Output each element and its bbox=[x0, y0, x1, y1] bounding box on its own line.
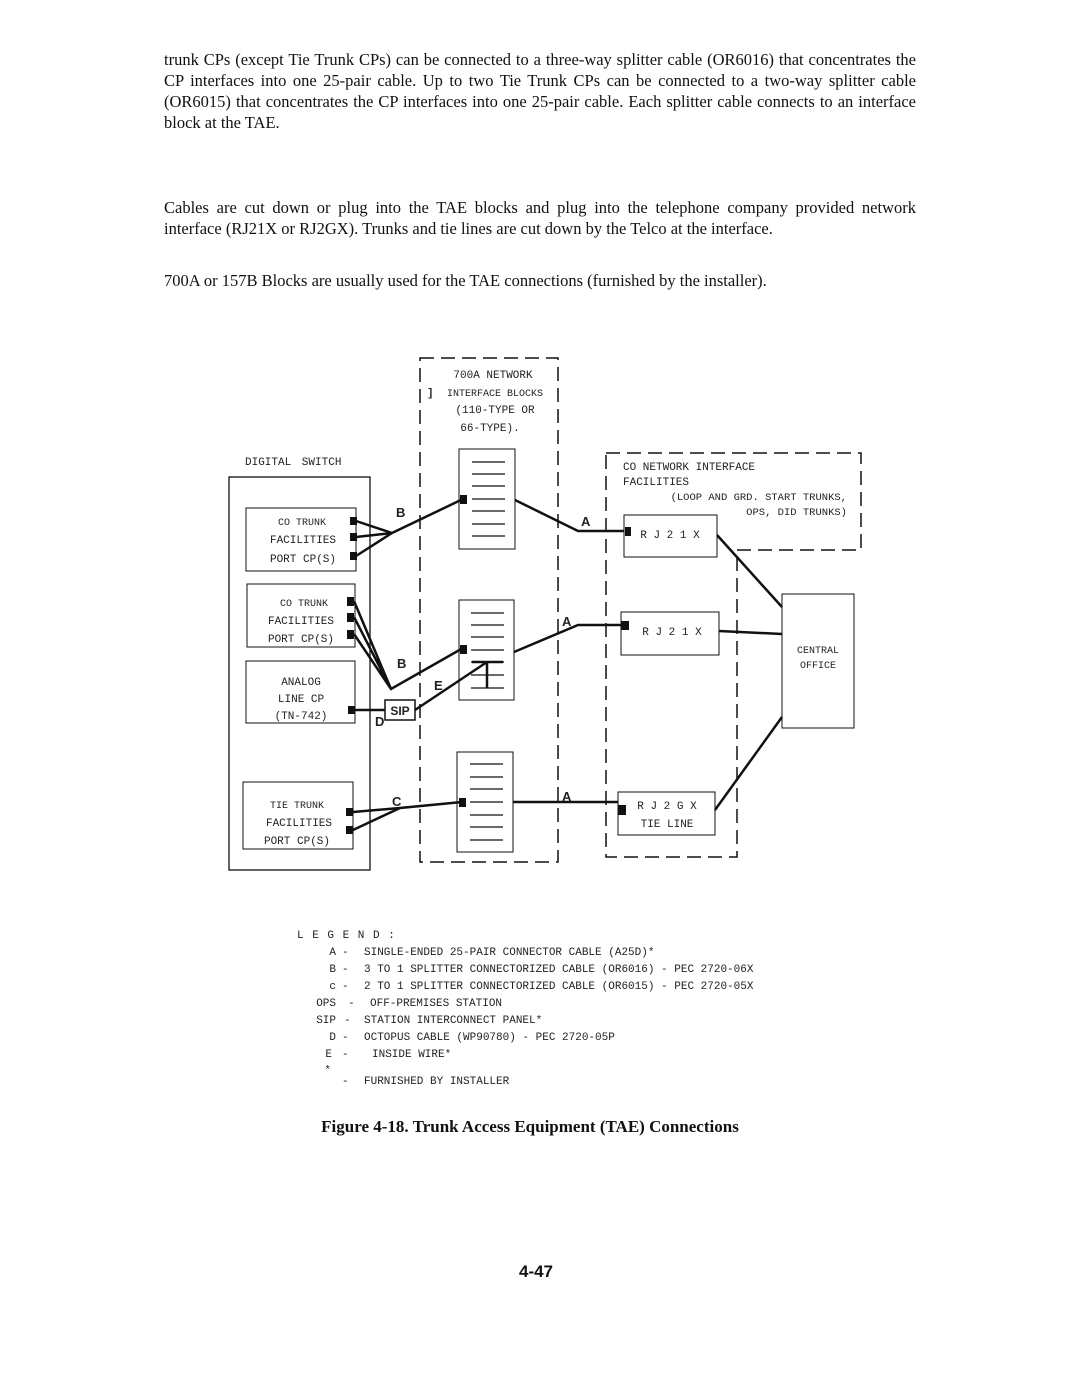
legend-dash: - bbox=[344, 1015, 351, 1027]
analog-line-label: ANALOG bbox=[281, 677, 321, 689]
legend-dash: - bbox=[342, 964, 349, 976]
tae-connections-diagram: 700A NETWORK INTERFACE BLOCKS ] (110-TYP… bbox=[228, 357, 862, 1088]
sip-label: SIP bbox=[390, 704, 409, 718]
cable-label-a: A bbox=[562, 614, 572, 629]
central-office-label: OFFICE bbox=[800, 661, 836, 672]
blocks-title-line-3: (110-TYPE OR bbox=[455, 405, 535, 417]
cable-label-b: B bbox=[396, 505, 405, 520]
rj2gx-label: R J 2 G X bbox=[637, 801, 697, 813]
cable-label-a: A bbox=[562, 789, 572, 804]
tie-line-label: TIE LINE bbox=[641, 819, 694, 831]
co-trunk-2-label: FACILITIES bbox=[268, 616, 334, 628]
legend-text: SINGLE-ENDED 25-PAIR CONNECTOR CABLE (A2… bbox=[364, 947, 654, 959]
tie-trunk-label: FACILITIES bbox=[266, 818, 332, 830]
co-trunk-1-label: CO TRUNK bbox=[278, 518, 326, 529]
cable-label-c: C bbox=[392, 794, 402, 809]
blocks-bracket: ] bbox=[427, 388, 434, 400]
legend-key: A bbox=[329, 947, 336, 959]
legend-text: 3 TO 1 SPLITTER CONNECTORIZED CABLE (OR6… bbox=[364, 964, 754, 976]
legend-dash: - bbox=[342, 1032, 349, 1044]
co-trunk-2-label: PORT CP(S) bbox=[268, 634, 334, 646]
cables bbox=[352, 497, 784, 832]
blocks-title-line-2: INTERFACE BLOCKS bbox=[447, 389, 543, 400]
legend-key: c bbox=[329, 981, 336, 993]
central-office-label: CENTRAL bbox=[797, 646, 839, 657]
legend-text: INSIDE WIRE* bbox=[372, 1049, 451, 1061]
legend-dash: - bbox=[342, 1076, 349, 1088]
page-number: 4-47 bbox=[518, 1262, 554, 1281]
co-network-subtitle: OPS, DID TRUNKS) bbox=[746, 507, 847, 519]
analog-line-label: (TN-742) bbox=[275, 711, 328, 723]
legend-key: * bbox=[324, 1065, 331, 1077]
cable-label-d: D bbox=[375, 714, 384, 729]
blocks-title-line-4: 66-TYPE). bbox=[460, 423, 519, 435]
legend-text: 2 TO 1 SPLITTER CONNECTORIZED CABLE (OR6… bbox=[364, 981, 754, 993]
co-network-subtitle: (LOOP AND GRD. START TRUNKS, bbox=[671, 492, 847, 504]
legend-key: E bbox=[325, 1049, 332, 1061]
cable-label-e: E bbox=[434, 678, 443, 693]
legend-dash: - bbox=[348, 998, 355, 1010]
legend: L E G E N D : A - SINGLE-ENDED 25-PAIR C… bbox=[297, 930, 754, 1088]
co-network-title: CO NETWORK INTERFACE bbox=[623, 462, 755, 474]
rj21x-label-2: R J 2 1 X bbox=[642, 627, 702, 639]
figure-caption: Figure 4-18. Trunk Access Equipment (TAE… bbox=[321, 1117, 739, 1136]
tie-trunk-label: TIE TRUNK bbox=[270, 801, 324, 812]
co-network-title: FACILITIES bbox=[623, 477, 689, 489]
legend-dash: - bbox=[342, 981, 349, 993]
co-trunk-2-label: CO TRUNK bbox=[280, 599, 328, 610]
tie-trunk-label: PORT CP(S) bbox=[264, 836, 330, 848]
co-trunk-1-label: PORT CP(S) bbox=[270, 554, 336, 566]
cable-label-b: B bbox=[397, 656, 406, 671]
legend-key: B bbox=[329, 964, 336, 976]
blocks-title-line-1: 700A NETWORK bbox=[453, 370, 533, 382]
legend-key: OPS bbox=[316, 998, 336, 1010]
cable-label-a: A bbox=[581, 514, 591, 529]
legend-dash: - bbox=[342, 1049, 349, 1061]
legend-text: OCTOPUS CABLE (WP90780) - PEC 2720-05P bbox=[364, 1032, 615, 1044]
legend-key: D bbox=[329, 1032, 336, 1044]
ports bbox=[346, 495, 631, 834]
co-trunk-1-label: FACILITIES bbox=[270, 535, 336, 547]
legend-title: L E G E N D : bbox=[297, 930, 396, 942]
legend-key: SIP bbox=[316, 1015, 336, 1027]
rj21x-label-1: R J 2 1 X bbox=[640, 530, 700, 542]
legend-text: STATION INTERCONNECT PANEL* bbox=[364, 1015, 542, 1027]
switch-title: DIGITAL SWITCH bbox=[245, 457, 341, 469]
analog-line-label: LINE CP bbox=[278, 694, 325, 706]
legend-text: OFF-PREMISES STATION bbox=[370, 998, 502, 1010]
legend-text: FURNISHED BY INSTALLER bbox=[364, 1076, 510, 1088]
legend-dash: - bbox=[342, 947, 349, 959]
